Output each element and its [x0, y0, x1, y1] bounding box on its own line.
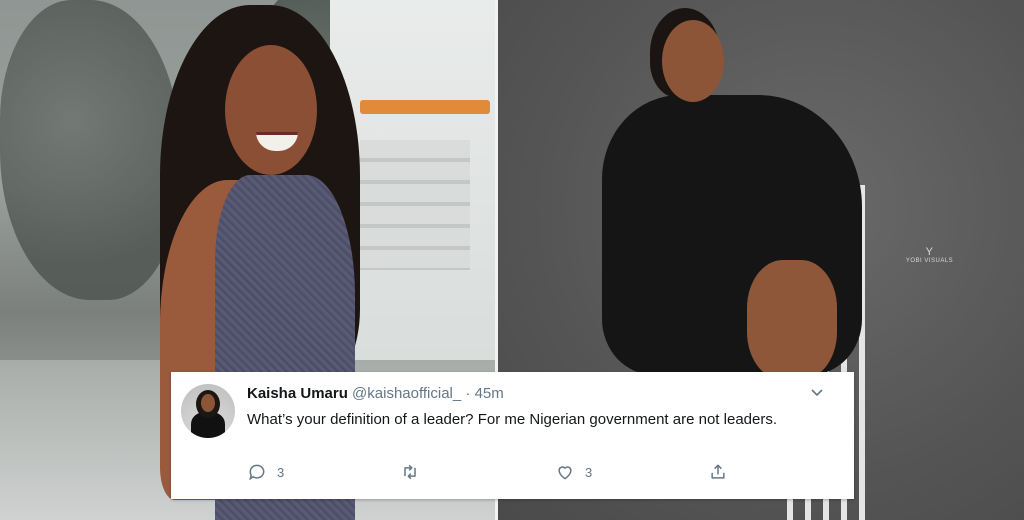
tweet-actions: 3 3: [247, 462, 767, 486]
like-icon: [558, 466, 572, 480]
display-name[interactable]: Kaisha Umaru: [247, 385, 348, 402]
reply-icon: [249, 464, 265, 481]
chevron-down-icon[interactable]: [811, 384, 823, 400]
retweet-icon: [404, 464, 416, 480]
share-icon: [711, 464, 725, 479]
tweet-card[interactable]: Kaisha Umaru @kaishaofficial_ · 45m What…: [171, 372, 854, 499]
background-steps: [360, 140, 470, 270]
share-button[interactable]: [708, 462, 728, 482]
tweet-header: Kaisha Umaru @kaishaofficial_ · 45m: [247, 385, 504, 402]
watermark-logo: Y: [925, 246, 934, 258]
timestamp[interactable]: 45m: [475, 385, 504, 402]
background-tree: [0, 0, 180, 300]
avatar[interactable]: [181, 384, 235, 438]
background-ledge: [360, 100, 490, 114]
like-button[interactable]: 3: [555, 462, 592, 482]
retweet-button[interactable]: [400, 462, 420, 482]
tweet-text: What’s your definition of a leader? For …: [247, 411, 778, 428]
reply-button[interactable]: 3: [247, 462, 284, 482]
reply-count: 3: [277, 464, 285, 480]
separator-dot: ·: [465, 385, 471, 402]
photographer-watermark: Y YOBI VISUALS: [902, 246, 957, 264]
user-handle[interactable]: @kaishaofficial_: [352, 385, 461, 402]
watermark-text: YOBI VISUALS: [905, 258, 954, 264]
like-count: 3: [585, 464, 593, 480]
